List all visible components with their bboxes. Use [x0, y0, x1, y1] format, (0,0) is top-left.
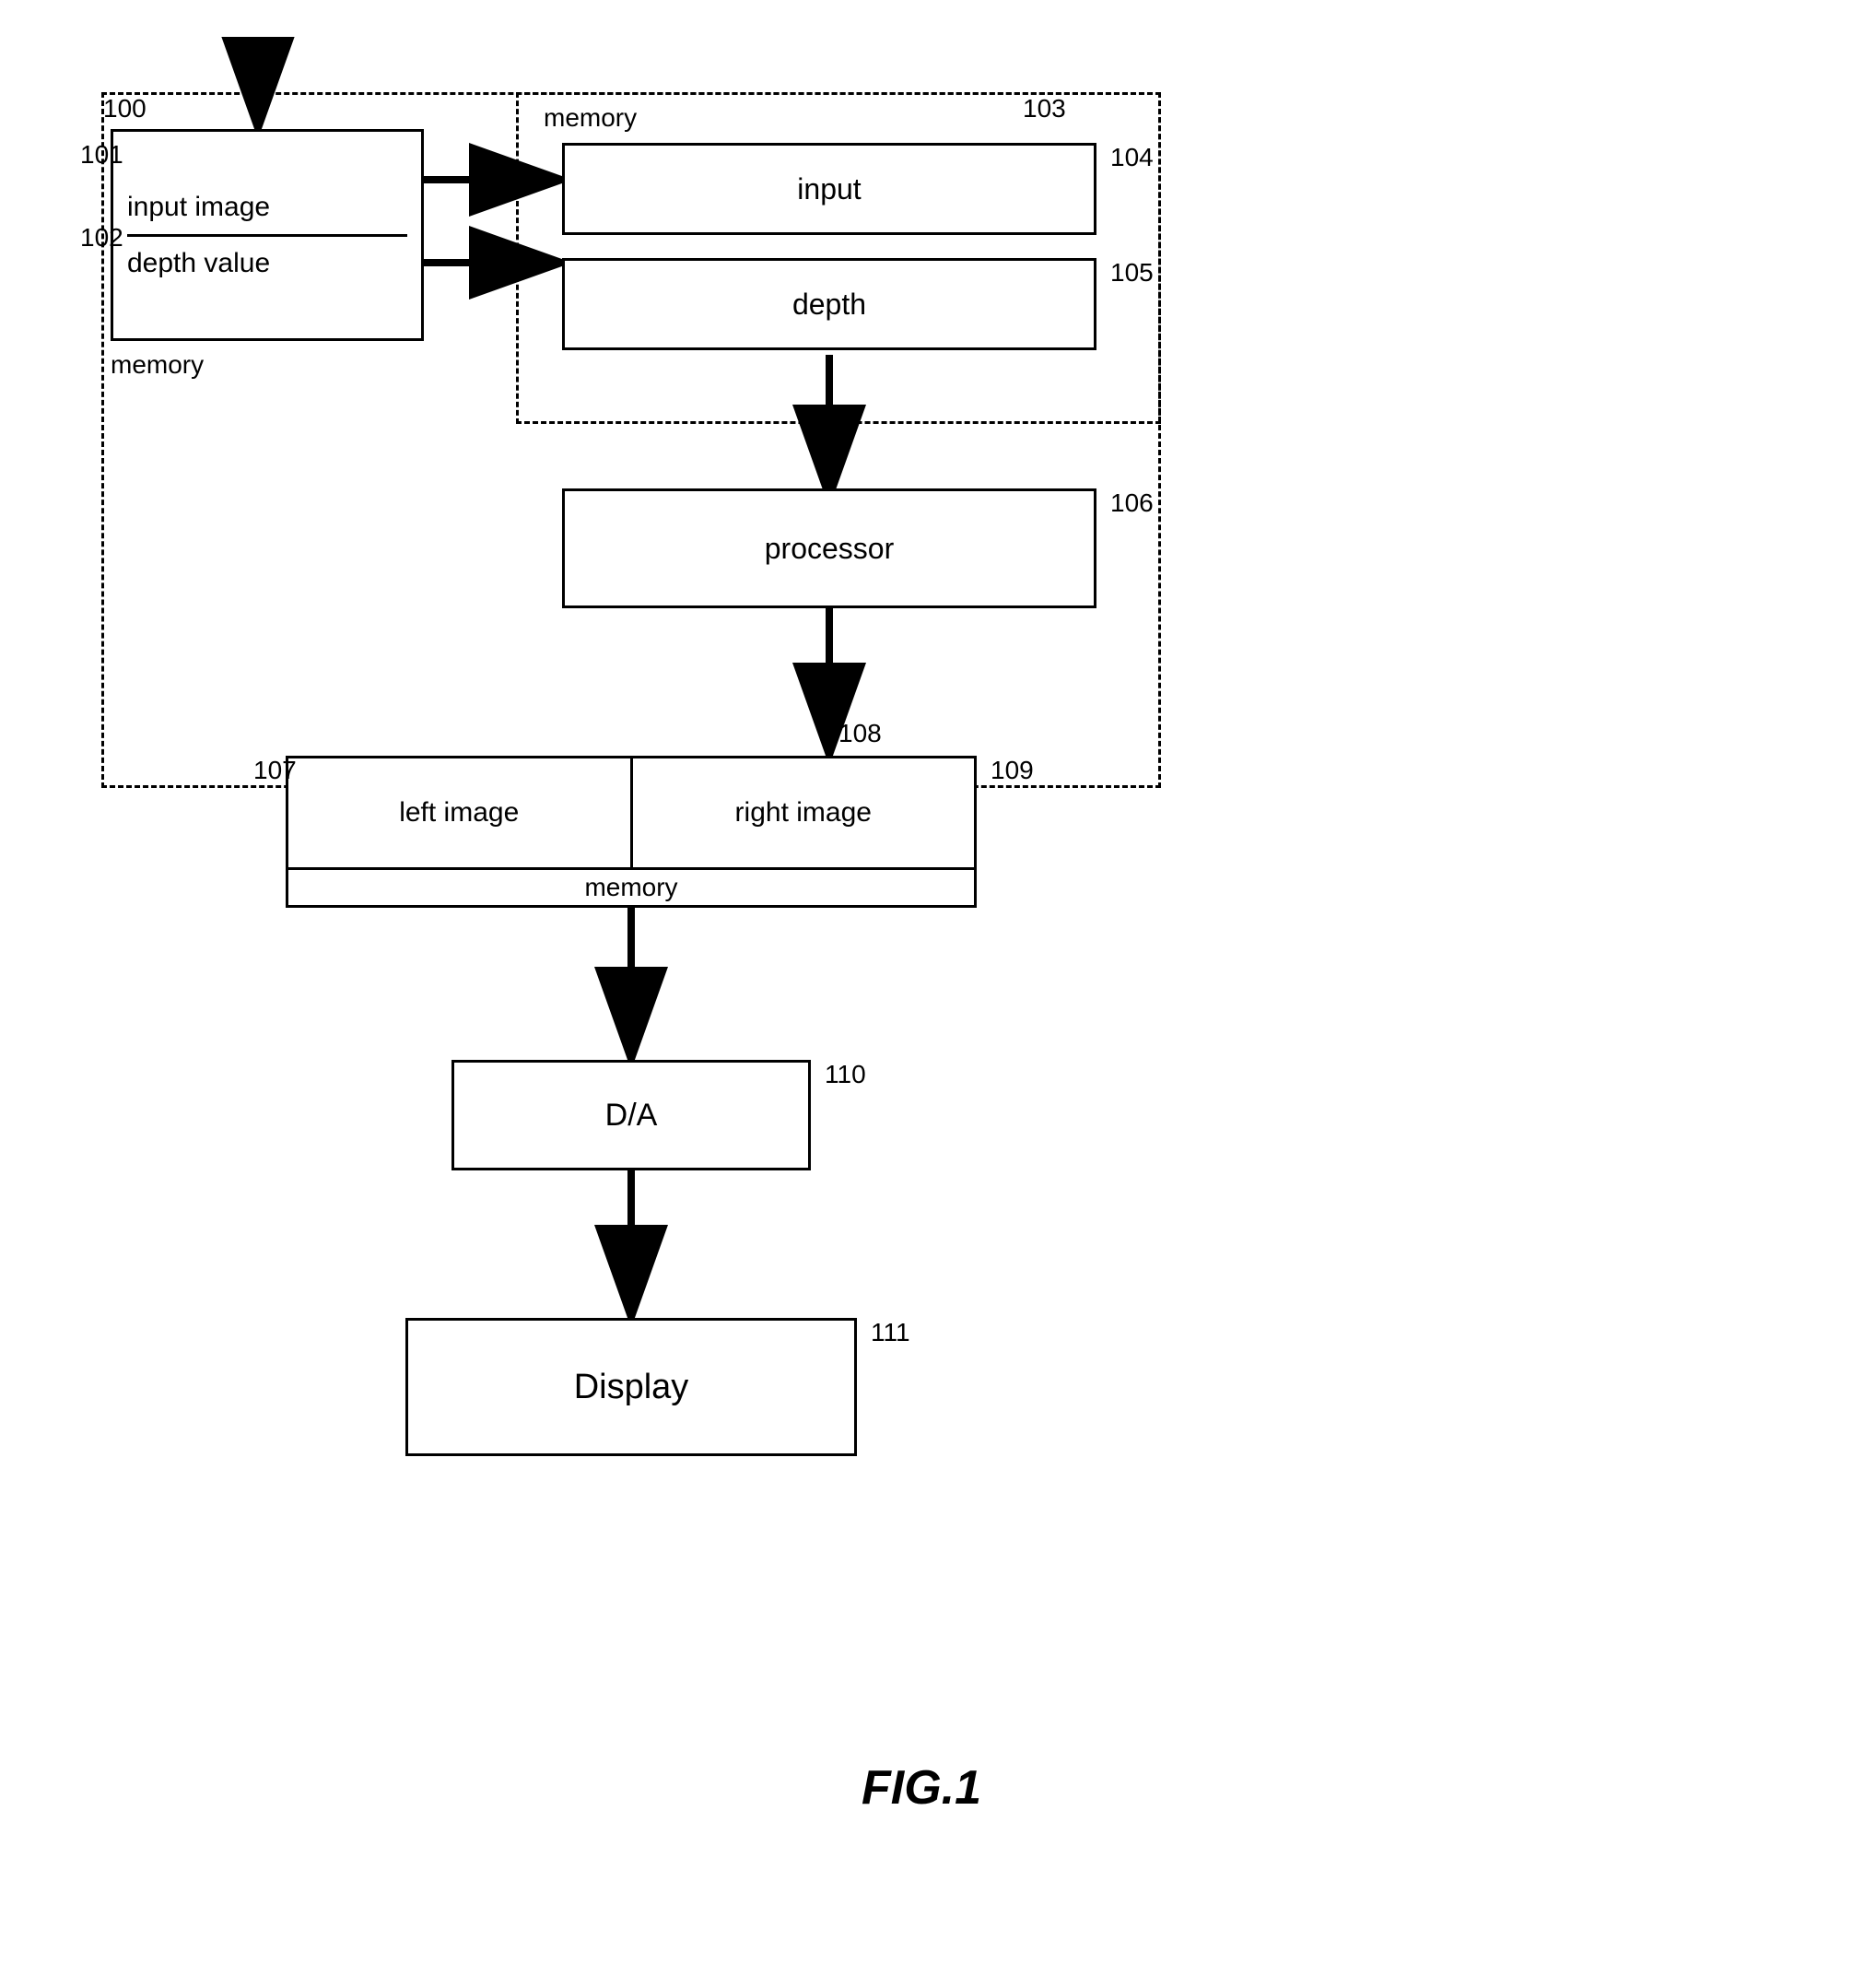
- ref-111: 111: [871, 1318, 910, 1347]
- images-row: left image right image: [288, 758, 974, 870]
- ref-104: 104: [1110, 143, 1154, 172]
- ref-108: 108: [838, 719, 882, 748]
- ref-106: 106: [1110, 488, 1154, 518]
- input-inner-box: input: [562, 143, 1096, 235]
- ref-107: 107: [253, 756, 297, 785]
- da-box: D/A: [451, 1060, 811, 1170]
- left-image-label: left image: [288, 758, 633, 867]
- input-image-label: input image: [127, 181, 270, 234]
- ref-109: 109: [991, 756, 1034, 785]
- depth-value-label: depth value: [127, 237, 270, 290]
- display-box: Display: [405, 1318, 857, 1456]
- depth-inner-box: depth: [562, 258, 1096, 350]
- ref-102: 102: [80, 223, 123, 253]
- image-memory-label: memory: [288, 870, 974, 905]
- input-memory-box: input image depth value: [111, 129, 424, 341]
- ref-103: 103: [1023, 94, 1066, 123]
- right-image-label: right image: [633, 758, 975, 867]
- figure-label: FIG.1: [862, 1760, 981, 1816]
- ref-105: 105: [1110, 258, 1154, 288]
- memory-outer-label: memory: [544, 103, 637, 133]
- image-memory-box: left image right image memory: [286, 756, 977, 908]
- ref-110: 110: [825, 1060, 866, 1089]
- input-memory-text: memory: [111, 350, 204, 380]
- ref-100: 100: [103, 94, 147, 123]
- ref-101: 101: [80, 140, 123, 170]
- processor-box: processor: [562, 488, 1096, 608]
